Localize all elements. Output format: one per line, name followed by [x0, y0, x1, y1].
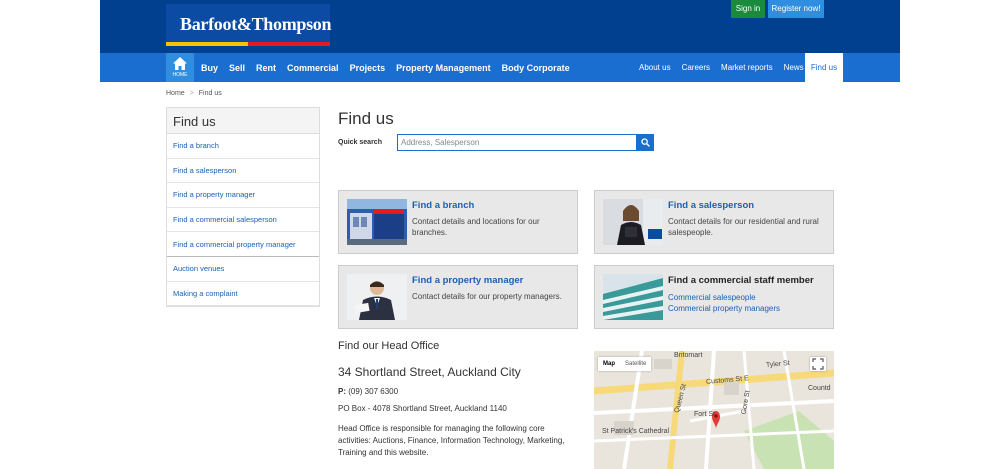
page-margin-left: [0, 0, 100, 469]
card-title: Find a commercial staff member: [668, 275, 814, 286]
sidebar-title: Find us: [167, 108, 319, 134]
nav-projects[interactable]: Projects: [350, 63, 386, 73]
head-office-phone-row: P: (09) 307 6300: [338, 387, 398, 396]
property-manager-image: [347, 274, 407, 320]
nav-about-us[interactable]: About us: [639, 63, 671, 72]
head-office-address: 34 Shortland Street, Auckland City: [338, 365, 521, 379]
register-button[interactable]: Register now!: [768, 0, 824, 18]
map-label-britomart: Britomart: [674, 352, 703, 359]
home-icon: [173, 57, 187, 70]
map-toggle-map[interactable]: Map: [598, 357, 620, 371]
nav-secondary-links: About us Careers Market reports News: [639, 53, 815, 82]
page-title: Find us: [338, 109, 394, 128]
nav-commercial[interactable]: Commercial: [287, 63, 339, 73]
breadcrumb-current: Find us: [198, 90, 222, 97]
sign-in-button[interactable]: Sign in: [731, 0, 765, 18]
link-commercial-salespeople[interactable]: Commercial salespeople: [668, 293, 756, 302]
card-title[interactable]: Find a property manager: [412, 275, 523, 286]
map-label-fort-st: Fort St: [694, 411, 716, 418]
card-find-salesperson[interactable]: Find a salesperson Contact details for o…: [594, 190, 834, 254]
breadcrumb-separator: >: [189, 90, 194, 97]
sidebar-item-find-salesperson[interactable]: Find a salesperson: [167, 159, 319, 184]
card-find-commercial-staff[interactable]: Find a commercial staff member Commercia…: [594, 265, 834, 329]
head-office-map[interactable]: Map Satellite Britomart Customs St E Tyl…: [594, 351, 834, 469]
card-description: Contact details and locations for our br…: [412, 217, 540, 237]
card-find-branch[interactable]: Find a branch Contact details and locati…: [338, 190, 578, 254]
phone-number[interactable]: (09) 307 6300: [348, 387, 398, 396]
map-fullscreen-button[interactable]: [810, 357, 826, 371]
sidebar-item-find-commercial-salesperson[interactable]: Find a commercial salesperson: [167, 208, 319, 233]
link-commercial-property-managers[interactable]: Commercial property managers: [668, 304, 780, 313]
map-label-st-patricks: St Patrick's Cathedral: [602, 428, 670, 435]
quick-search-button[interactable]: [637, 134, 654, 151]
card-find-property-manager[interactable]: Find a property manager Contact details …: [338, 265, 578, 329]
nav-news[interactable]: News: [784, 63, 804, 72]
branch-office-image: [347, 199, 407, 245]
map-type-toggle: Map Satellite: [598, 357, 652, 371]
nav-find-us[interactable]: Find us: [805, 53, 843, 82]
nav-home[interactable]: HOME: [166, 53, 194, 82]
fullscreen-icon: [812, 358, 824, 370]
breadcrumb-home[interactable]: Home: [166, 90, 185, 97]
commercial-building-image: [603, 274, 663, 320]
salesperson-image: [603, 199, 663, 245]
map-label-countdown: Countd: [808, 385, 831, 392]
home-label: HOME: [172, 72, 188, 78]
site-logo[interactable]: Barfoot&Thompson: [166, 4, 332, 46]
breadcrumb: Home > Find us: [166, 90, 222, 97]
search-icon: [641, 138, 650, 147]
head-office-po-box: PO Box - 4078 Shortland Street, Auckland…: [338, 404, 507, 413]
main-navigation: HOME Buy Sell Rent Commercial Projects P…: [100, 53, 900, 82]
sidebar: Find us Find a branch Find a salesperson…: [166, 107, 320, 308]
sidebar-item-auction-venues[interactable]: Auction venues: [167, 257, 319, 282]
quick-search-label: Quick search: [338, 139, 382, 146]
nav-property-management[interactable]: Property Management: [396, 63, 491, 73]
sidebar-item-find-branch[interactable]: Find a branch: [167, 134, 319, 159]
nav-body-corporate[interactable]: Body Corporate: [502, 63, 570, 73]
card-title[interactable]: Find a salesperson: [668, 200, 754, 211]
logo-text: Barfoot&Thompson: [180, 14, 332, 34]
map-toggle-satellite[interactable]: Satellite: [620, 357, 651, 371]
site-header: Barfoot&Thompson Sign in Register now!: [100, 0, 900, 53]
nav-main-links: Buy Sell Rent Commercial Projects Proper…: [201, 53, 581, 82]
head-office-description: Head Office is responsible for managing …: [338, 424, 565, 457]
quick-search-input[interactable]: [397, 134, 637, 151]
card-title[interactable]: Find a branch: [412, 200, 474, 211]
sidebar-item-find-property-manager[interactable]: Find a property manager: [167, 183, 319, 208]
nav-careers[interactable]: Careers: [682, 63, 710, 72]
card-description: Contact details for our residential and …: [668, 217, 819, 237]
card-description: Contact details for our property manager…: [412, 292, 562, 301]
sidebar-item-making-complaint[interactable]: Making a complaint: [167, 282, 319, 307]
page-margin-right: [900, 0, 1000, 469]
nav-sell[interactable]: Sell: [229, 63, 245, 73]
nav-buy[interactable]: Buy: [201, 63, 218, 73]
logo-stripe: [166, 42, 248, 46]
nav-market-reports[interactable]: Market reports: [721, 63, 773, 72]
phone-label: P:: [338, 387, 346, 396]
sidebar-item-find-commercial-property-manager[interactable]: Find a commercial property manager: [167, 232, 319, 257]
head-office-title: Find our Head Office: [338, 340, 440, 352]
nav-rent[interactable]: Rent: [256, 63, 276, 73]
